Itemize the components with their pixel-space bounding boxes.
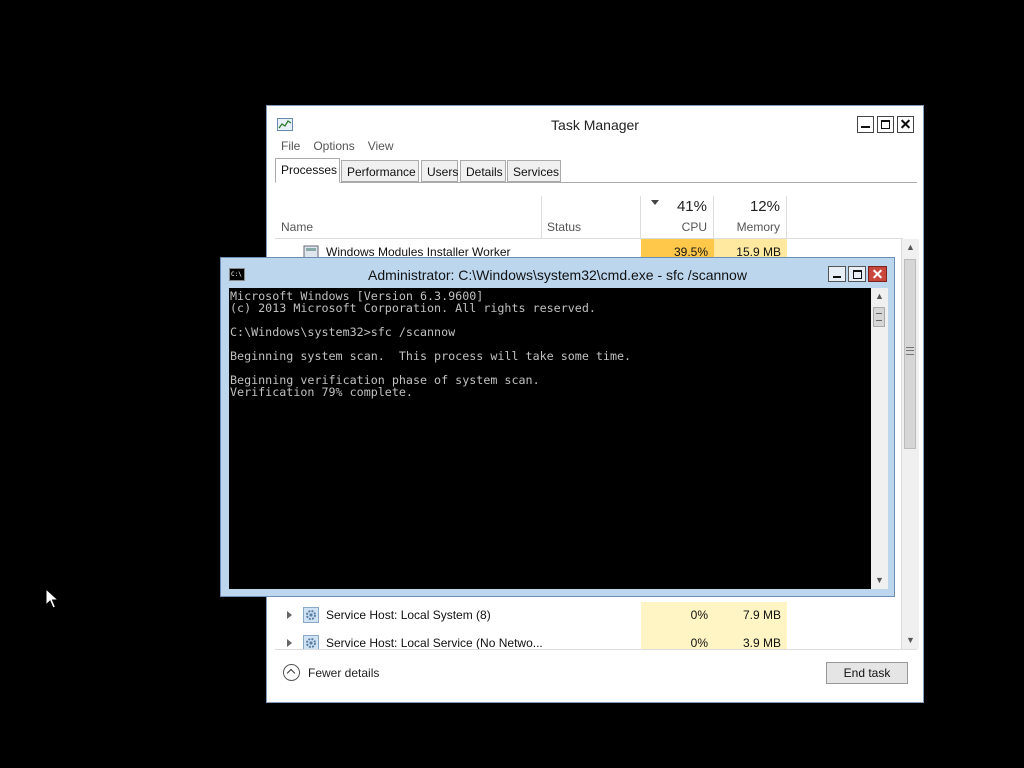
expand-chevron-icon[interactable] (287, 611, 292, 619)
gear-icon (303, 635, 319, 649)
column-header-name[interactable]: Name (281, 220, 313, 234)
maximize-button[interactable] (877, 116, 894, 133)
window-title: Task Manager (551, 117, 639, 133)
column-header-status[interactable]: Status (547, 220, 581, 234)
cmd-window: C:\ Administrator: C:\Windows\system32\c… (220, 257, 895, 597)
process-cpu: 0% (641, 602, 714, 630)
minimize-button[interactable] (857, 116, 874, 133)
scroll-up-arrow-icon[interactable]: ▲ (902, 239, 919, 256)
expand-chevron-icon[interactable] (287, 639, 292, 647)
process-row[interactable]: Service Host: Local Service (No Netwo...… (275, 630, 899, 649)
console-output-area[interactable]: Microsoft Windows [Version 6.3.9600] (c)… (229, 288, 871, 589)
menu-options[interactable]: Options (313, 139, 354, 153)
column-separator (713, 196, 714, 238)
menu-bar: File Options View (281, 139, 407, 153)
console-scrollbar[interactable]: ▲ ▼ (871, 288, 888, 589)
memory-total-percent[interactable]: 12% (716, 198, 780, 215)
process-name: Service Host: Local Service (No Netwo... (326, 636, 543, 649)
mouse-pointer-icon (45, 588, 59, 609)
scrollbar-thumb[interactable] (873, 307, 885, 327)
scroll-up-arrow-icon[interactable]: ▲ (871, 288, 888, 305)
tab-services[interactable]: Services (507, 160, 561, 182)
cpu-total-percent[interactable]: 41% (643, 198, 707, 215)
console-text: Microsoft Windows [Version 6.3.9600] (c)… (230, 289, 632, 399)
scroll-down-arrow-icon[interactable]: ▼ (902, 632, 919, 649)
cmd-maximize-button[interactable] (848, 266, 866, 282)
scrollbar-grip-icon (906, 347, 914, 355)
gear-icon (303, 607, 319, 623)
close-button[interactable] (897, 116, 914, 133)
tab-details[interactable]: Details (460, 160, 506, 182)
process-row[interactable]: Service Host: Local System (8) 0% 7.9 MB (275, 602, 899, 630)
column-separator (786, 196, 787, 238)
fewer-details-link[interactable]: Fewer details (308, 666, 379, 680)
end-task-button[interactable]: End task (826, 662, 908, 684)
cmd-window-title[interactable]: Administrator: C:\Windows\system32\cmd.e… (221, 267, 894, 283)
task-manager-titlebar[interactable]: Task Manager (267, 106, 923, 142)
footer-divider (275, 649, 917, 650)
scroll-down-arrow-icon[interactable]: ▼ (871, 572, 888, 589)
process-memory: 7.9 MB (714, 602, 787, 630)
column-header-cpu[interactable]: CPU (643, 220, 707, 234)
chevron-up-circle-icon[interactable] (283, 664, 300, 681)
column-separator (640, 196, 641, 238)
column-separator (541, 196, 542, 238)
process-cpu: 0% (641, 630, 714, 649)
tab-performance[interactable]: Performance (341, 160, 419, 182)
menu-file[interactable]: File (281, 139, 300, 153)
tab-users[interactable]: Users (421, 160, 458, 182)
tab-processes[interactable]: Processes (275, 158, 340, 183)
cmd-minimize-button[interactable] (828, 266, 846, 282)
process-name: Service Host: Local System (8) (326, 608, 491, 622)
cmd-close-button[interactable] (868, 266, 887, 282)
process-list-scrollbar[interactable]: ▲ ▼ (901, 239, 919, 649)
process-memory: 3.9 MB (714, 630, 787, 649)
menu-view[interactable]: View (368, 139, 394, 153)
column-header-memory[interactable]: Memory (716, 220, 780, 234)
tab-divider (275, 182, 917, 183)
